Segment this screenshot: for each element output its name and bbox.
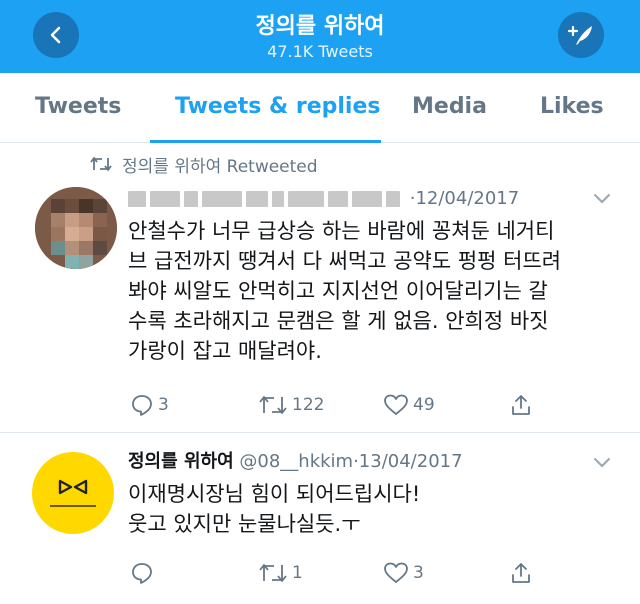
compose-tweet-button[interactable]	[558, 12, 604, 58]
share-button[interactable]	[509, 558, 537, 588]
bowtie-ribbon-icon	[58, 479, 88, 495]
reply-icon	[132, 395, 152, 416]
heart-icon	[384, 562, 408, 583]
tweet-text-line: 봐야 씨알도 안먹히고 지지선언 이어달리기는 갈	[128, 279, 548, 303]
retweet-count: 122	[292, 395, 325, 415]
share-button[interactable]	[509, 390, 537, 420]
retweet-icon	[259, 396, 287, 414]
tweet-date[interactable]: ·13/04/2017	[353, 451, 462, 472]
tweet-text-line: 이재명시장님 힘이 되어드립시다!	[128, 482, 421, 506]
avatar-caption-line	[50, 505, 96, 507]
tweet-text-line: 브 급전까지 땡겨서 다 써먹고 공약도 펑펑 터뜨려	[128, 249, 562, 273]
like-count: 3	[413, 563, 424, 583]
reply-button[interactable]	[130, 558, 158, 588]
reply-icon	[132, 563, 152, 584]
reply-count: 3	[158, 395, 169, 415]
tweet-count: 47.1K Tweets	[267, 42, 373, 61]
tweet-text-line: 수록 초라해지고 문캠은 할 게 없음. 안희정 바짓	[128, 309, 549, 333]
tweet-text: 이재명시장님 힘이 되어드립시다! 웃고 있지만 눈물나실듯.ㅜ	[128, 479, 420, 539]
tweet-meta: 정의를 위하여 @08__hkkim·13/04/2017	[128, 450, 463, 474]
chevron-down-icon[interactable]	[592, 192, 612, 206]
compose-tweet-icon	[567, 25, 592, 45]
tab-tweets[interactable]: Tweets	[35, 93, 121, 121]
active-tab-indicator	[150, 140, 381, 143]
tab-likes[interactable]: Likes	[540, 93, 604, 121]
tweet-divider	[0, 432, 640, 433]
like-count: 49	[413, 395, 435, 415]
profile-tabs: Tweets Tweets & replies Media Likes	[0, 73, 640, 143]
tweet-text-line: 가랑이 잡고 매달려야.	[128, 339, 322, 363]
retweet-icon	[259, 564, 287, 582]
avatar[interactable]	[32, 452, 114, 534]
share-icon	[512, 395, 530, 415]
tweet-text: 안철수가 너무 급상승 하는 바람에 꽁쳐둔 네거티 브 급전까지 땡겨서 다 …	[128, 216, 561, 366]
chevron-down-icon[interactable]	[592, 456, 612, 470]
tab-tweets-and-replies[interactable]: Tweets & replies	[175, 93, 381, 121]
share-icon	[512, 563, 530, 583]
retweet-label: 정의를 위하여 Retweeted	[122, 156, 318, 177]
retweet-button[interactable]: 122	[258, 390, 324, 420]
profile-title: 정의를 위하여	[255, 14, 385, 39]
author-handle[interactable]: @08__hkkim	[239, 451, 353, 472]
tweet-text-line: 웃고 있지만 눈물나실듯.ㅜ	[128, 512, 361, 536]
heart-icon	[384, 394, 408, 415]
tab-media[interactable]: Media	[412, 93, 487, 121]
tweet-meta: ·12/04/2017	[128, 187, 519, 211]
retweet-button[interactable]: 1	[258, 558, 303, 588]
avatar[interactable]	[35, 187, 117, 269]
retweet-count: 1	[292, 563, 303, 583]
retweet-context: 정의를 위하여 Retweeted	[90, 151, 318, 177]
like-button[interactable]: 49	[383, 390, 435, 420]
reply-button[interactable]: 3	[130, 390, 169, 420]
tweet-text-line: 안철수가 너무 급상승 하는 바람에 꽁쳐둔 네거티	[128, 219, 555, 243]
tweet-date[interactable]: ·12/04/2017	[410, 188, 519, 209]
like-button[interactable]: 3	[383, 558, 424, 588]
author-name[interactable]: 정의를 위하여	[128, 451, 234, 472]
profile-header: 정의를 위하여 47.1K Tweets	[0, 0, 640, 73]
retweet-icon	[90, 157, 112, 171]
redacted-author-name	[128, 190, 404, 208]
